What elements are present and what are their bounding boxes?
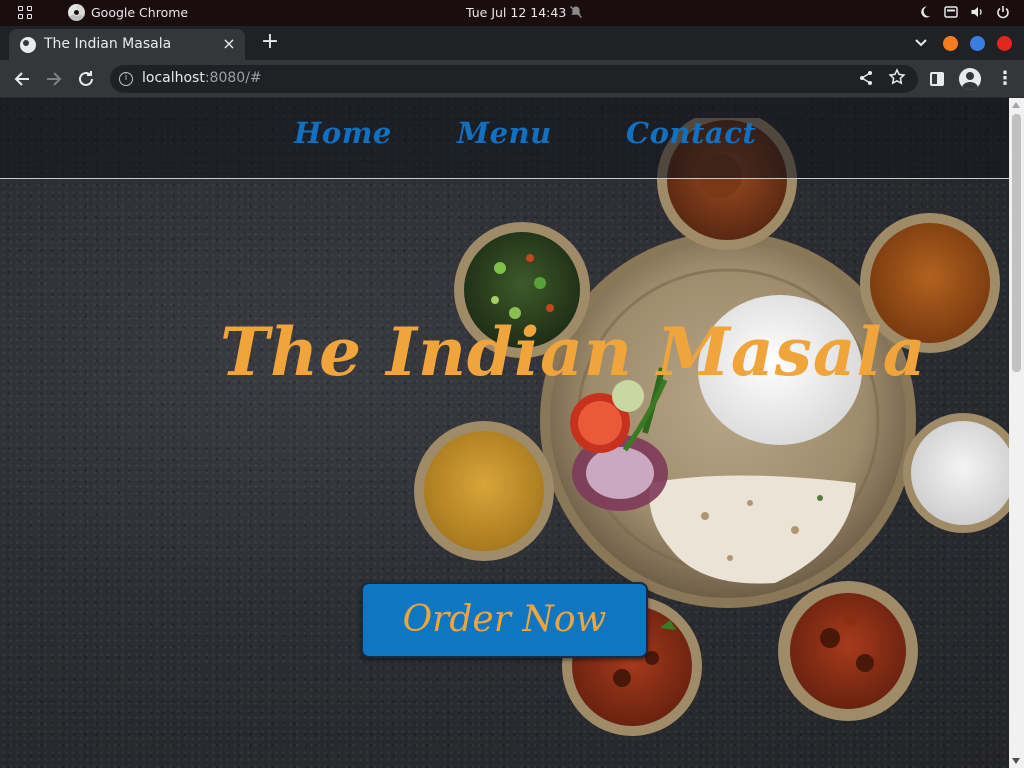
address-bar[interactable]: i localhost:8080/# (110, 65, 918, 93)
site-info-icon[interactable]: i (119, 72, 133, 86)
power-icon[interactable] (996, 5, 1010, 19)
reload-icon[interactable] (74, 67, 98, 91)
browser-toolbar: i localhost:8080/# ⋮ (0, 60, 1024, 98)
page-scrollbar[interactable] (1009, 98, 1024, 768)
share-icon[interactable] (858, 70, 874, 86)
nav-home-link[interactable]: Home (294, 116, 392, 150)
tab-title: The Indian Masala (44, 36, 172, 52)
close-window-button[interactable] (997, 36, 1012, 51)
os-top-bar: Google Chrome Tue Jul 12 14:43 (0, 0, 1024, 26)
scroll-down-arrow-icon[interactable] (1012, 758, 1020, 764)
thali-food-image (414, 118, 1009, 736)
site-nav: Home Menu Contact (0, 98, 1009, 179)
hero-title: The Indian Masala (220, 313, 927, 391)
screen-share-icon[interactable] (944, 5, 958, 19)
system-clock[interactable]: Tue Jul 12 14:43 (466, 5, 566, 20)
active-app-label: Google Chrome (91, 5, 189, 20)
order-now-button[interactable]: Order Now (361, 582, 648, 658)
url-path: :8080/# (204, 70, 262, 86)
active-app[interactable]: Google Chrome (68, 4, 188, 21)
nav-menu-link[interactable]: Menu (457, 116, 552, 150)
forward-arrow-icon[interactable] (42, 67, 66, 91)
night-light-icon[interactable] (918, 5, 932, 19)
globe-icon (20, 37, 36, 53)
scrollbar-thumb[interactable] (1012, 114, 1021, 372)
side-panel-icon[interactable] (930, 72, 944, 86)
tab-strip: The Indian Masala × + (0, 26, 1024, 60)
app-grid-icon[interactable] (18, 6, 34, 20)
url-text[interactable]: localhost:8080/# (142, 70, 262, 86)
tab-the-indian-masala[interactable]: The Indian Masala × (9, 29, 245, 60)
bookmark-star-icon[interactable] (888, 68, 906, 86)
page-viewport: Home Menu Contact The Indian Masala Orde… (0, 98, 1009, 768)
close-tab-icon[interactable]: × (219, 34, 239, 54)
new-tab-button[interactable]: + (258, 31, 282, 55)
profile-avatar-icon[interactable] (959, 68, 981, 90)
tab-search-chevron-icon[interactable] (913, 34, 929, 50)
chrome-menu-icon[interactable]: ⋮ (996, 69, 1014, 89)
back-arrow-icon[interactable] (10, 67, 34, 91)
maximize-window-button[interactable] (970, 36, 985, 51)
notifications-muted-icon (570, 6, 582, 18)
url-host: localhost (142, 70, 205, 86)
nav-contact-link[interactable]: Contact (626, 116, 756, 150)
scroll-up-arrow-icon[interactable] (1012, 102, 1020, 108)
volume-icon[interactable] (970, 5, 984, 19)
minimize-window-button[interactable] (943, 36, 958, 51)
chrome-icon (68, 4, 85, 21)
